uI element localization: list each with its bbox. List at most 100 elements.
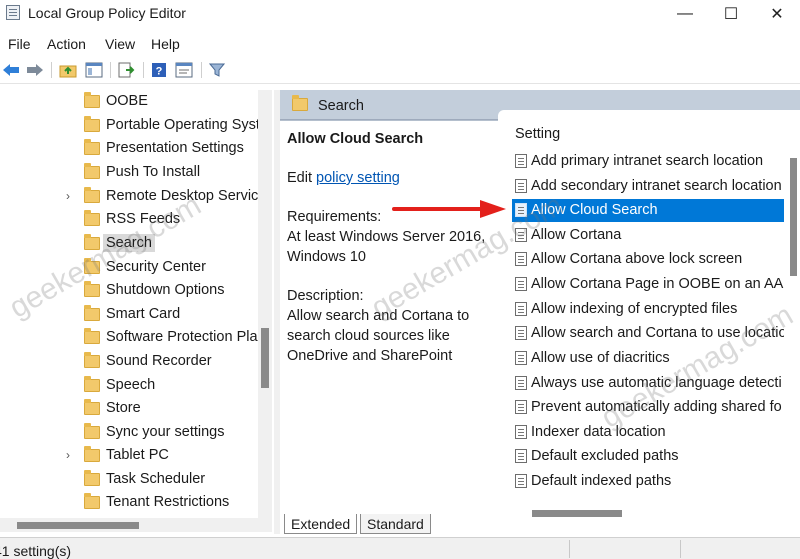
tab-standard[interactable]: Standard	[360, 514, 431, 534]
tree-vertical-scrollbar[interactable]	[258, 90, 272, 518]
policy-title: Allow Cloud Search	[287, 131, 424, 147]
menu-action[interactable]: Action	[47, 36, 86, 52]
setting-row[interactable]: Allow Cortana Page in OOBE on an AA	[512, 273, 784, 296]
setting-row[interactable]: Indexer data location	[512, 421, 784, 444]
tree-item-remote-desktop-services[interactable]: › Remote Desktop Servic	[0, 186, 258, 209]
toolbar-divider	[51, 62, 52, 78]
folder-icon	[84, 163, 100, 179]
policy-setting-icon	[515, 474, 527, 488]
folder-icon	[84, 423, 100, 439]
folder-icon	[84, 139, 100, 155]
close-button[interactable]: ✕	[754, 0, 800, 28]
chevron-right-icon[interactable]: ›	[66, 189, 70, 203]
tree-horizontal-scrollbar[interactable]	[0, 518, 272, 532]
help-icon[interactable]: ?	[150, 61, 168, 79]
menu-file[interactable]: File	[8, 36, 31, 52]
setting-label: Default indexed paths	[531, 473, 672, 489]
window-title: Local Group Policy Editor	[28, 5, 186, 21]
scrollbar-thumb[interactable]	[17, 522, 139, 529]
policy-setting-link[interactable]: policy setting	[316, 170, 400, 186]
maximize-button[interactable]: ☐	[708, 0, 754, 28]
setting-label: Allow indexing of encrypted files	[531, 301, 738, 317]
show-hide-tree-icon[interactable]	[85, 61, 103, 79]
tree-item-label: Push To Install	[106, 164, 201, 180]
tree-item-label: Smart Card	[106, 306, 181, 322]
properties-icon[interactable]	[175, 61, 193, 79]
tree-item-tenant-restrictions[interactable]: Tenant Restrictions	[0, 492, 258, 515]
tree-item-tablet-pc[interactable]: › Tablet PC	[0, 445, 258, 468]
tree-item-label: Sound Recorder	[106, 353, 212, 369]
tree-item-push-to-install[interactable]: Push To Install	[0, 162, 258, 185]
setting-row[interactable]: Allow Cortana above lock screen	[512, 248, 784, 271]
toolbar-divider	[201, 62, 202, 78]
tree-item-label: Shutdown Options	[106, 282, 225, 298]
tree-item-presentation-settings[interactable]: Presentation Settings	[0, 138, 258, 161]
settings-count: 41 setting(s)	[0, 543, 72, 559]
filter-icon[interactable]	[208, 61, 226, 79]
setting-row[interactable]: Allow Cortana	[512, 224, 784, 247]
arrow-shaft	[392, 207, 484, 211]
folder-icon	[84, 187, 100, 203]
policy-setting-icon	[515, 179, 527, 193]
tab-extended[interactable]: Extended	[284, 514, 358, 534]
folder-icon	[84, 116, 100, 132]
policy-setting-icon	[515, 154, 527, 168]
folder-icon	[292, 95, 308, 111]
setting-row[interactable]: Default excluded paths	[512, 445, 784, 468]
tree-item-portable-operating-system[interactable]: Portable Operating Syst	[0, 115, 258, 138]
toolbar-divider	[143, 62, 144, 78]
tree-item-label: Store	[106, 400, 141, 416]
folder-icon	[84, 305, 100, 321]
policy-setting-icon	[515, 277, 527, 291]
setting-label: Allow Cortana above lock screen	[531, 251, 743, 267]
status-bar: 41 setting(s)	[0, 537, 800, 559]
setting-label: Allow use of diacritics	[531, 350, 670, 366]
tree-item-sound-recorder[interactable]: Sound Recorder	[0, 351, 258, 374]
menu-help[interactable]: Help	[151, 36, 180, 52]
tree-item-store[interactable]: Store	[0, 398, 258, 421]
policy-setting-icon	[515, 302, 527, 316]
tree-item-label: OOBE	[106, 93, 148, 109]
setting-column-header[interactable]: Setting	[515, 126, 560, 142]
policy-setting-icon	[515, 400, 527, 414]
policy-setting-icon	[515, 252, 527, 266]
view-tabs: Extended Standard	[280, 514, 800, 534]
details-panel: Search Allow Cloud Search Edit policy se…	[280, 90, 800, 520]
back-arrow-icon[interactable]	[2, 61, 20, 79]
policy-setting-icon	[515, 351, 527, 365]
setting-label: Indexer data location	[531, 424, 666, 440]
up-folder-icon[interactable]	[59, 61, 77, 79]
setting-row[interactable]: Default indexed paths	[512, 470, 784, 493]
folder-icon	[84, 328, 100, 344]
setting-label: Allow Cortana Page in OOBE on an AA	[531, 276, 784, 292]
toolbar: ?	[0, 58, 800, 84]
setting-row[interactable]: Allow indexing of encrypted files	[512, 298, 784, 321]
edit-line: Edit policy setting	[287, 168, 491, 188]
scrollbar-thumb[interactable]	[261, 328, 269, 388]
minimize-button[interactable]: —	[662, 0, 708, 28]
menu-bar: File Action View Help	[0, 32, 800, 56]
tree-item-speech[interactable]: Speech	[0, 375, 258, 398]
export-list-icon[interactable]	[117, 61, 135, 79]
tree-item-software-protection-platform[interactable]: Software Protection Pla	[0, 327, 258, 350]
edit-prefix: Edit	[287, 170, 312, 186]
folder-icon	[84, 376, 100, 392]
status-divider	[680, 540, 681, 558]
setting-row[interactable]: Add primary intranet search location	[512, 150, 784, 173]
setting-label: Add secondary intranet search location	[531, 178, 782, 194]
chevron-right-icon[interactable]: ›	[66, 448, 70, 462]
toolbar-divider	[110, 62, 111, 78]
folder-icon	[84, 493, 100, 509]
policy-setting-icon	[515, 326, 527, 340]
forward-arrow-icon[interactable]	[26, 61, 44, 79]
folder-icon	[84, 352, 100, 368]
tree-item-oobe[interactable]: OOBE	[0, 91, 258, 114]
title-bar: Local Group Policy Editor — ☐ ✕	[0, 0, 800, 28]
tree-item-label: Portable Operating Syst	[106, 117, 258, 133]
menu-view[interactable]: View	[105, 36, 135, 52]
tree-item-task-scheduler[interactable]: Task Scheduler	[0, 469, 258, 492]
folder-icon	[84, 470, 100, 486]
folder-icon	[84, 446, 100, 462]
tree-item-sync-your-settings[interactable]: Sync your settings	[0, 422, 258, 445]
scrollbar-thumb[interactable]	[790, 158, 797, 276]
